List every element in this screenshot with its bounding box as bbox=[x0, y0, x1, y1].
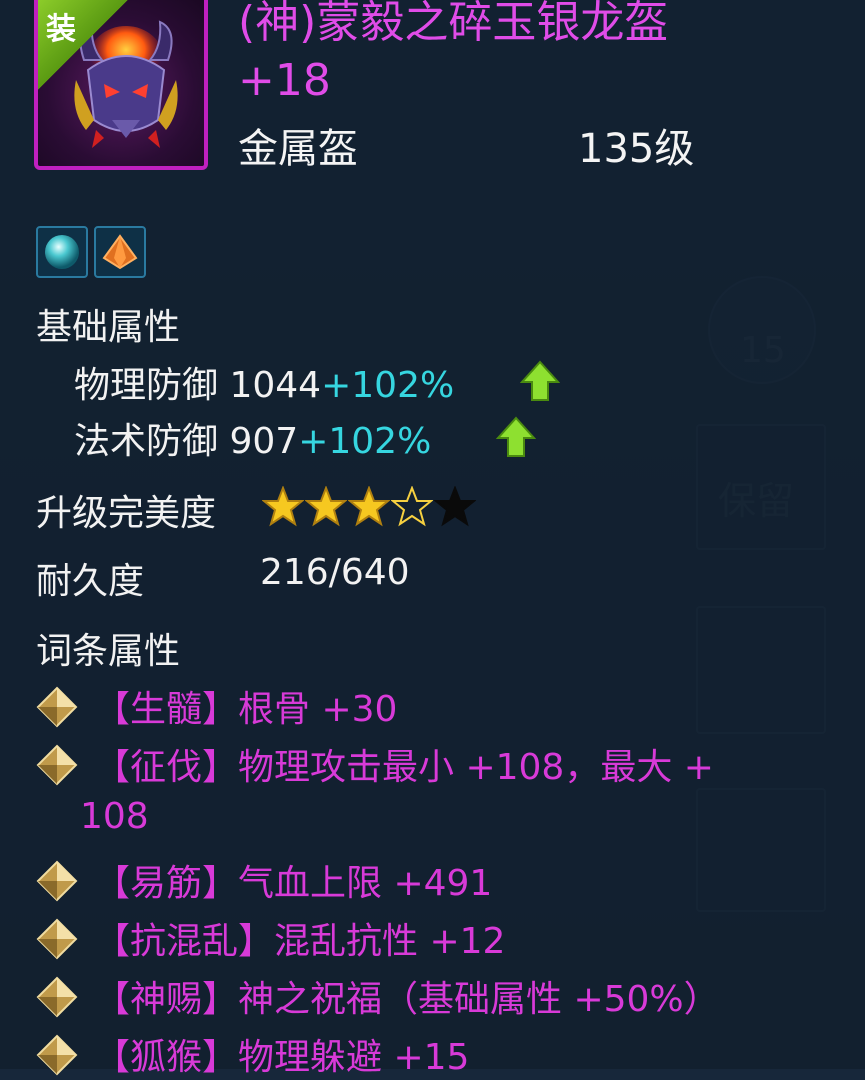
gold-diamond-icon bbox=[36, 976, 78, 1018]
affix-text: 【神赐】神之祝福（基础属性 +50%） bbox=[94, 979, 720, 1020]
stat-row-magic-defense: 法术防御 907+102% bbox=[74, 412, 431, 464]
affix-text: 【易筋】气血上限 +491 bbox=[94, 863, 493, 904]
affix-heading: 词条属性 bbox=[36, 631, 181, 672]
stat-bonus: +102% bbox=[298, 421, 432, 462]
base-attributes-heading: 基础属性 bbox=[36, 307, 181, 348]
filled-star-icon bbox=[348, 486, 390, 527]
gold-diamond-icon bbox=[36, 860, 78, 902]
item-title: (神)蒙毅之碎玉银龙盔 +18 bbox=[238, 0, 669, 106]
green-up-arrow-icon bbox=[520, 360, 560, 401]
stat-value: 907 bbox=[229, 421, 299, 462]
cyan-orb-gem-icon bbox=[45, 235, 79, 269]
orange-crystal-gem-icon bbox=[102, 234, 138, 270]
affix-text: 【抗混乱】混乱抗性 +12 bbox=[94, 921, 506, 962]
item-level: 135级 bbox=[578, 126, 695, 172]
gold-diamond-icon bbox=[36, 1034, 78, 1076]
stat-bonus: +102% bbox=[321, 365, 455, 406]
gem-socket-1 bbox=[36, 226, 88, 278]
stat-name: 法术防御 bbox=[74, 421, 219, 462]
stat-value: 1044 bbox=[229, 365, 322, 406]
durability-label: 耐久度 bbox=[36, 561, 145, 602]
durability-value: 216/640 bbox=[260, 552, 410, 593]
gold-diamond-icon bbox=[36, 918, 78, 960]
affix-text-continuation: 108 bbox=[80, 796, 149, 837]
item-tooltip: 装 (神)蒙毅之碎玉银龙盔 +18 金属盔 135级 基础属性 物理防御 104… bbox=[0, 0, 865, 1078]
gem-socket-2 bbox=[94, 226, 146, 278]
item-type: 金属盔 bbox=[238, 126, 358, 172]
empty-star-icon bbox=[434, 486, 476, 527]
equipped-badge-label: 装 bbox=[46, 12, 76, 47]
stat-row-physical-defense: 物理防御 1044+102% bbox=[74, 356, 454, 408]
outline-star-icon bbox=[391, 486, 433, 527]
perfection-label: 升级完美度 bbox=[36, 493, 217, 534]
gold-diamond-icon bbox=[36, 744, 78, 786]
stat-name: 物理防御 bbox=[74, 365, 219, 406]
green-up-arrow-icon bbox=[496, 416, 536, 457]
affix-text: 【征伐】物理攻击最小 +108，最大 + bbox=[94, 747, 714, 788]
filled-star-icon bbox=[305, 486, 347, 527]
item-icon-frame: 装 bbox=[34, 0, 208, 170]
filled-star-icon bbox=[262, 486, 304, 527]
affix-text: 【狐猴】物理躲避 +15 bbox=[94, 1037, 470, 1078]
gold-diamond-icon bbox=[36, 686, 78, 728]
affix-text: 【生髓】根骨 +30 bbox=[94, 689, 398, 730]
